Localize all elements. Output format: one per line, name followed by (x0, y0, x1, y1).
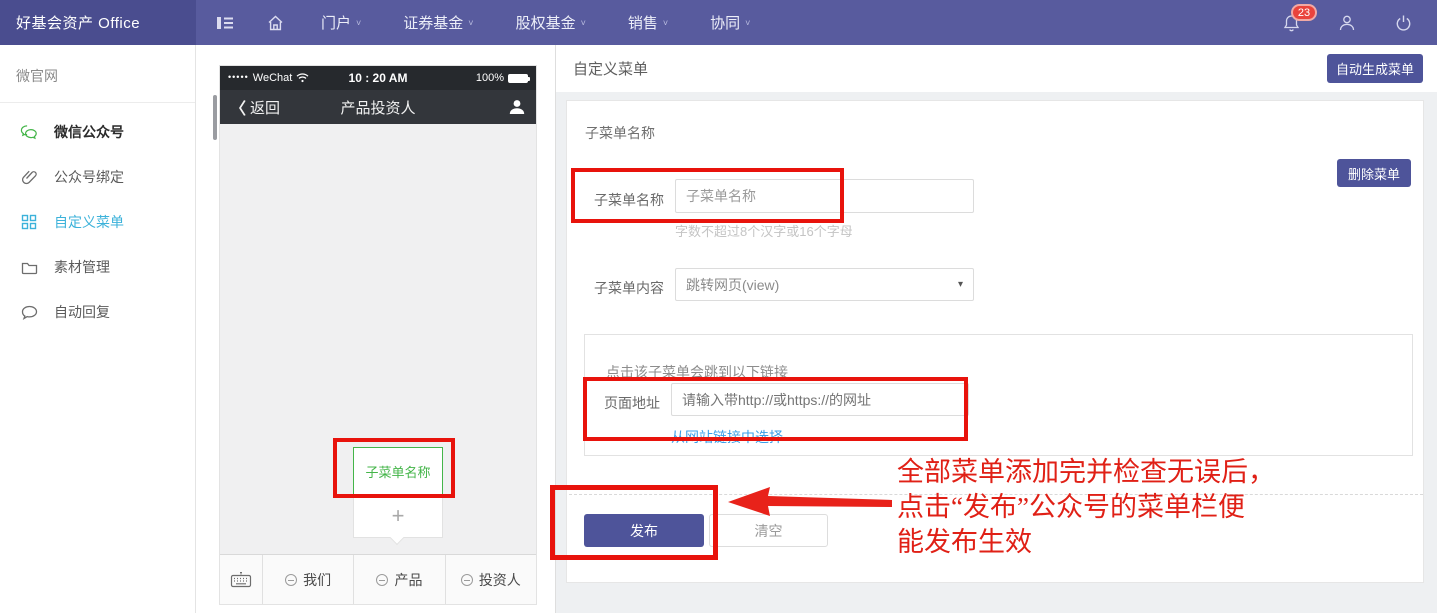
scrollbar-thumb[interactable] (213, 95, 217, 140)
sidebar-item-auto-reply[interactable]: 自动回复 (0, 291, 195, 333)
battery-percent: 100% (475, 72, 504, 84)
sidebar-item-material-management[interactable]: 素材管理 (0, 246, 195, 288)
menu-circle-icon (285, 573, 298, 586)
sidebar-item-label: 微信公众号 (54, 124, 124, 140)
sidebar-item-label: 公众号绑定 (54, 169, 124, 185)
profile-icon[interactable] (508, 98, 526, 116)
menu-circle-icon (376, 573, 389, 586)
keyboard-toggle[interactable] (220, 555, 262, 604)
annotation-text: 全部菜单添加完并检查无误后， 点击“发布”公众号的菜单栏便 能发布生效 (897, 455, 1275, 560)
page-url-input[interactable] (671, 383, 969, 416)
chevron-down-icon: ˅ (662, 17, 669, 28)
nav-item-portal[interactable]: 门户 ˅ (304, 0, 378, 45)
carrier-label: WeChat (252, 72, 293, 84)
auto-generate-menu-button[interactable]: 自动生成菜单 (1327, 54, 1423, 83)
link-tip: 点击该子菜单会跳到以下链接 (606, 364, 788, 380)
section-title: 子菜单名称 (585, 125, 655, 141)
phone-mockup: ••••• WeChat 10 : 20 AM 100% 〈 返回 产品投资人 … (220, 66, 536, 604)
nav-item-sales[interactable]: 销售 ˅ (611, 0, 685, 45)
pick-from-site-link[interactable]: 从网站链接中选择 (671, 427, 783, 447)
sidebar-item-wechat-account[interactable]: 微信公众号 (0, 111, 195, 153)
comment-icon (20, 303, 38, 321)
clear-button[interactable]: 清空 (709, 514, 828, 547)
content-type-select[interactable]: 跳转网页(view) ▾ (675, 268, 974, 301)
page-title: 自定义菜单 (573, 61, 649, 78)
phone-status-bar: ••••• WeChat 10 : 20 AM 100% (220, 66, 536, 90)
grid-icon (20, 213, 38, 231)
submenu-name-input[interactable] (675, 179, 974, 213)
nav-item-equity-fund[interactable]: 股权基金 ˅ (499, 0, 603, 45)
top-navigation: 门户 ˅ 证券基金 ˅ 股权基金 ˅ 销售 ˅ 协同 ˅ (196, 0, 1271, 45)
wechat-icon (20, 123, 38, 141)
phone-nav-bar: 〈 返回 产品投资人 (220, 90, 536, 124)
sidebar-item-label: 自定义菜单 (54, 214, 124, 230)
phone-body: 子菜单名称 + (220, 124, 536, 554)
topbar: 好基会资产 Office 门户 ˅ 证券基金 ˅ 股权基金 ˅ 销售 ˅ 协同 … (0, 0, 1437, 45)
annotation-line: 能发布生效 (897, 527, 1032, 557)
nav-item-securities-fund[interactable]: 证券基金 ˅ (386, 0, 490, 45)
sidebar-item-custom-menu[interactable]: 自定义菜单 (0, 201, 195, 243)
keyboard-icon (230, 572, 252, 588)
chevron-down-icon: ˅ (580, 17, 586, 28)
phone-menu-tab-women[interactable]: 我们 (262, 555, 353, 604)
battery-icon (508, 73, 530, 83)
sidebar-item-label: 素材管理 (54, 259, 110, 275)
publish-button[interactable]: 发布 (584, 514, 704, 547)
annotation-line: 全部菜单添加完并检查无误后， (897, 457, 1275, 487)
submenu-name-button[interactable]: 子菜单名称 (353, 447, 443, 495)
page-url-label: 页面地址 (604, 395, 660, 411)
callout-caret (389, 530, 405, 546)
sidebar-toggle-icon[interactable] (204, 0, 246, 45)
link-icon (20, 168, 38, 186)
phone-menu-tab-investor[interactable]: 投资人 (444, 555, 536, 604)
phone-time: 10 : 20 AM (348, 71, 408, 85)
phone-page-title: 产品投资人 (340, 99, 416, 117)
name-hint: 字数不超过8个汉字或16个字母 (675, 224, 853, 239)
sidebar-title: 微官网 (0, 45, 195, 103)
wifi-icon (296, 73, 309, 83)
folder-icon (20, 258, 38, 276)
topbar-actions: 23 (1271, 0, 1437, 45)
phone-preview-panel: ••••• WeChat 10 : 20 AM 100% 〈 返回 产品投资人 … (196, 45, 556, 613)
chevron-down-icon: ˅ (468, 17, 474, 28)
app-logo: 好基会资产 Office (0, 0, 196, 45)
add-submenu-button[interactable]: + (353, 495, 443, 546)
notification-bell-icon[interactable]: 23 (1271, 0, 1317, 45)
menu-circle-icon (460, 573, 473, 586)
chevron-down-icon: ▾ (957, 279, 963, 290)
sidebar-item-label: 自动回复 (54, 304, 110, 320)
power-icon[interactable] (1383, 0, 1423, 45)
back-button[interactable]: 〈 返回 (230, 95, 341, 119)
delete-menu-button[interactable]: 删除菜单 (1337, 159, 1411, 187)
submenu-name-label: 子菜单名称 (594, 192, 664, 208)
chevron-down-icon: ˅ (356, 17, 362, 28)
sidebar-item-account-binding[interactable]: 公众号绑定 (0, 156, 195, 198)
main-panel: 自定义菜单 自动生成菜单 子菜单名称 删除菜单 子菜单名称 字数不超过8个汉字或… (550, 45, 1437, 613)
annotation-line: 点击“发布”公众号的菜单栏便 (897, 492, 1245, 522)
sidebar: 微官网 微信公众号 公众号绑定 自定义菜单 素材管理 自动回复 (0, 45, 196, 613)
chevron-left-icon: 〈 (230, 101, 247, 118)
notification-badge: 23 (1291, 4, 1317, 21)
link-config-box: 点击该子菜单会跳到以下链接 页面地址 从网站链接中选择 (584, 334, 1413, 456)
phone-menu-bar: 我们 产品 投资人 (220, 554, 536, 604)
phone-menu-tab-product[interactable]: 产品 (353, 555, 444, 604)
home-icon[interactable] (254, 0, 296, 45)
chevron-down-icon: ˅ (745, 17, 751, 28)
main-header: 自定义菜单 自动生成菜单 (556, 45, 1437, 92)
submenu-content-label: 子菜单内容 (594, 280, 664, 296)
signal-dots: ••••• (228, 72, 249, 82)
user-icon[interactable] (1327, 0, 1367, 45)
nav-item-collaboration[interactable]: 协同 ˅ (693, 0, 767, 45)
